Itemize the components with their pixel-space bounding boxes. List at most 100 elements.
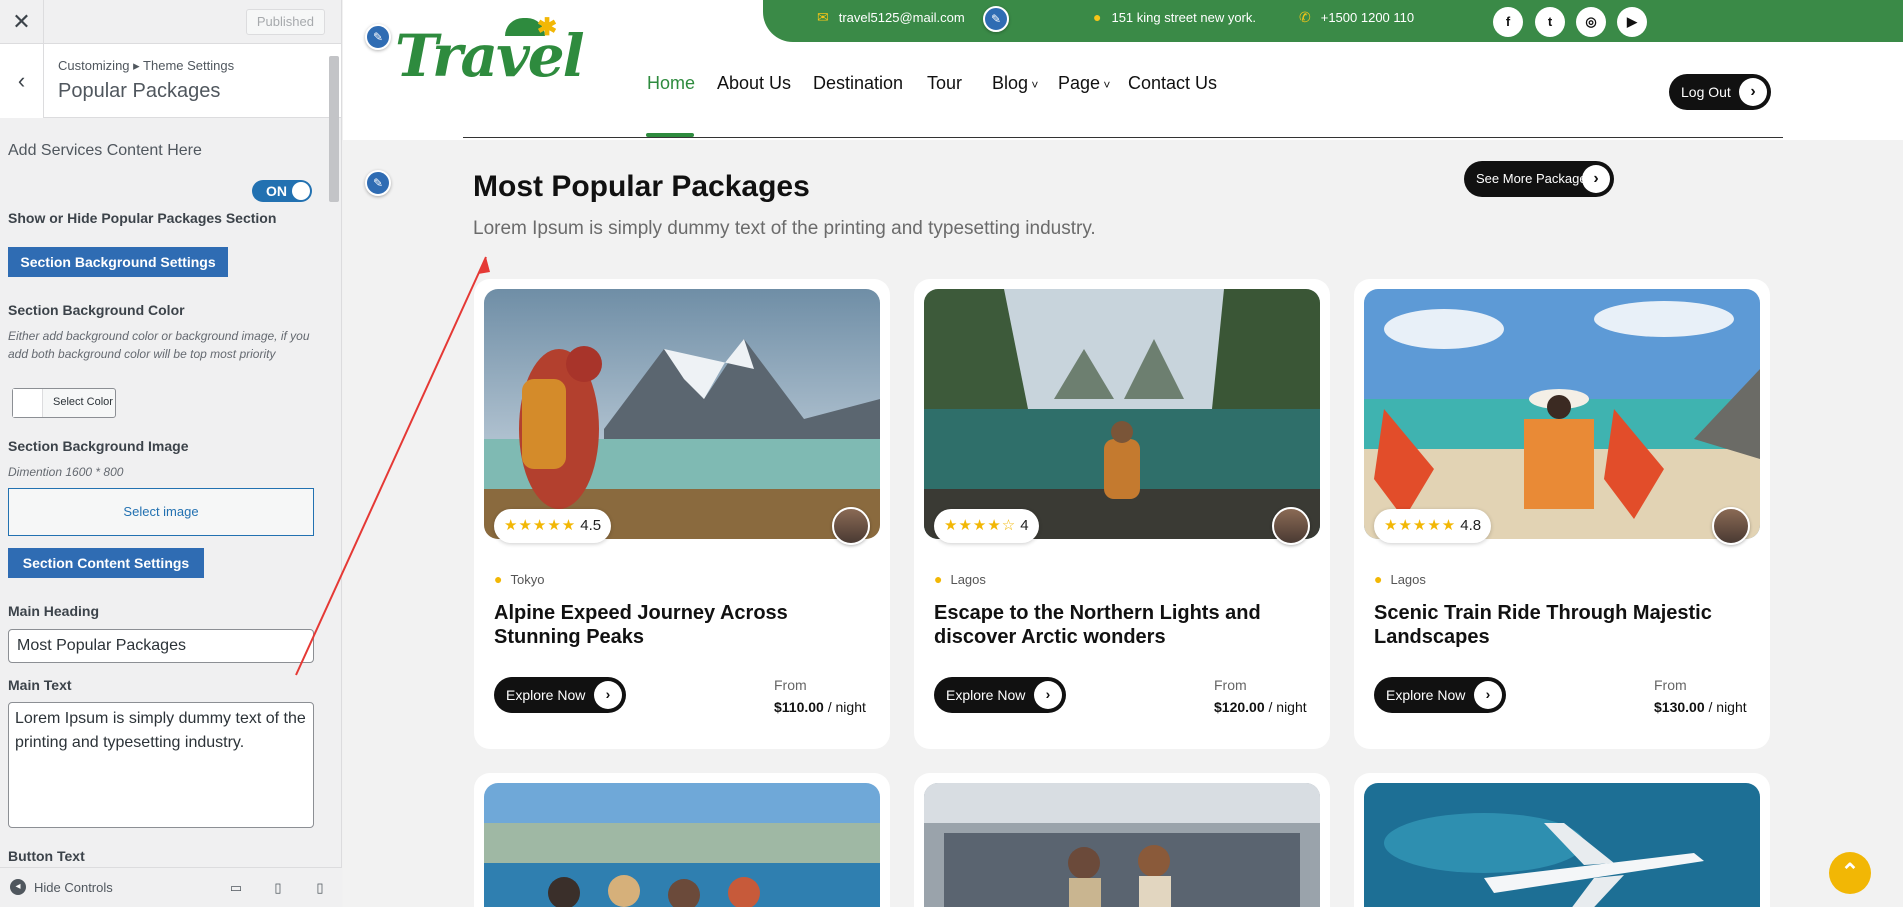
select-image-button[interactable]: Select image: [8, 488, 314, 536]
nav-home[interactable]: Home: [647, 73, 695, 94]
package-location: ● Lagos: [1374, 571, 1426, 587]
rating-badge: ★★★★☆ 4: [934, 509, 1039, 543]
topbar-address: ● 151 king street new york.: [1093, 9, 1256, 25]
nav-blog-label: Blog: [992, 73, 1029, 93]
site-header: ✉ travel5125@mail.com ● 151 king street …: [343, 0, 1903, 140]
bg-image-label: Section Background Image: [8, 438, 189, 454]
package-price: $110.00 / night: [774, 699, 866, 715]
per-night-label: / night: [827, 699, 866, 715]
nav-contact[interactable]: Contact Us: [1128, 73, 1217, 94]
package-image-airplane-sea: [1364, 783, 1760, 907]
package-image-beach-chairs: [1364, 289, 1760, 539]
section-toggle[interactable]: ON: [252, 180, 312, 202]
arrow-right-icon: ›: [1034, 681, 1062, 709]
section-heading: Add Services Content Here: [8, 142, 202, 159]
logo-palm-icon: ✱: [537, 12, 557, 41]
main-text-textarea[interactable]: Lorem Ipsum is simply dummy text of the …: [8, 702, 314, 828]
sidebar-scrollbar[interactable]: [329, 56, 339, 202]
explore-label: Explore Now: [946, 687, 1026, 703]
section-text: Lorem Ipsum is simply dummy text of the …: [473, 218, 1096, 239]
per-night-label: / night: [1708, 699, 1747, 715]
avatar: [1272, 507, 1310, 545]
select-color-button[interactable]: Select Color: [12, 388, 116, 418]
package-card[interactable]: [914, 773, 1330, 907]
explore-label: Explore Now: [1386, 687, 1466, 703]
edit-shortcut-icon[interactable]: ✎: [365, 24, 391, 50]
panel-title: Popular Packages: [58, 80, 221, 102]
see-more-packages-button[interactable]: See More Packages ›: [1464, 161, 1614, 197]
package-image-lagoon-cliffs: [924, 289, 1320, 539]
package-image-hiker-mountains: [484, 289, 880, 539]
topbar-phone[interactable]: ✆ +1500 1200 110: [1299, 9, 1414, 26]
bg-settings-button[interactable]: Section Background Settings: [8, 247, 228, 277]
nav-about[interactable]: About Us: [717, 73, 791, 94]
star-icons: ★★★★★: [1384, 517, 1457, 534]
price-value: $110.00: [774, 699, 824, 715]
nav-page-label: Page: [1058, 73, 1101, 93]
customizer-topbar: ✕ Published: [0, 0, 341, 44]
price-from-label: From: [1214, 677, 1247, 693]
package-card[interactable]: [474, 773, 890, 907]
package-title[interactable]: Scenic Train Ride Through Majestic Lands…: [1374, 601, 1754, 649]
edit-shortcut-icon[interactable]: ✎: [983, 6, 1009, 32]
close-icon[interactable]: ✕: [0, 0, 44, 44]
instagram-icon[interactable]: ◎: [1576, 7, 1606, 37]
explore-now-button[interactable]: Explore Now ›: [934, 677, 1066, 713]
site-preview: ✉ travel5125@mail.com ● 151 king street …: [343, 0, 1903, 907]
package-price: $130.00 / night: [1654, 699, 1747, 715]
select-color-label: Select Color: [53, 396, 113, 408]
mail-icon: ✉: [817, 9, 829, 25]
nav-destination[interactable]: Destination: [813, 73, 903, 94]
logout-label: Log Out: [1681, 84, 1731, 100]
package-title[interactable]: Alpine Expeed Journey Across Stunning Pe…: [494, 601, 874, 649]
explore-now-button[interactable]: Explore Now ›: [1374, 677, 1506, 713]
price-from-label: From: [1654, 677, 1687, 693]
main-heading-input[interactable]: [8, 629, 314, 663]
package-location: ● Lagos: [934, 571, 986, 587]
email-text: travel5125@mail.com: [838, 10, 965, 25]
nav-blog[interactable]: Blog ˅: [992, 73, 1038, 94]
edit-shortcut-icon[interactable]: ✎: [365, 170, 391, 196]
location-text: Lagos: [950, 571, 986, 587]
price-from-label: From: [774, 677, 807, 693]
package-card[interactable]: [1354, 773, 1770, 907]
youtube-icon[interactable]: ▶: [1617, 7, 1647, 37]
phone-text: +1500 1200 110: [1320, 10, 1415, 25]
arrow-right-icon: ›: [1474, 681, 1502, 709]
rating-badge: ★★★★★ 4.8: [1374, 509, 1492, 543]
breadcrumb: Customizing ▸ Theme Settings: [58, 58, 235, 73]
hide-controls-button[interactable]: ◂ Hide Controls: [10, 879, 113, 895]
package-title[interactable]: Escape to the Northern Lights and discov…: [934, 601, 1314, 649]
address-text: 151 king street new york.: [1111, 9, 1256, 25]
section-title: Most Popular Packages: [473, 170, 810, 203]
location-pin-icon: ●: [1374, 571, 1383, 587]
topbar-email[interactable]: ✉ travel5125@mail.com: [817, 9, 965, 26]
logout-button[interactable]: Log Out ›: [1669, 74, 1771, 110]
tablet-icon[interactable]: ▯: [270, 880, 286, 896]
header-divider: [463, 137, 1783, 138]
back-icon[interactable]: ‹: [0, 44, 44, 118]
toggle-label: ON: [266, 183, 287, 199]
content-settings-button[interactable]: Section Content Settings: [8, 548, 204, 578]
facebook-icon[interactable]: f: [1493, 7, 1523, 37]
nav-tour[interactable]: Tour: [927, 73, 962, 94]
package-price: $120.00 / night: [1214, 699, 1307, 715]
package-card[interactable]: ★★★★☆ 4 ● Lagos Escape to the Northern Lig…: [914, 279, 1330, 749]
main-heading-label: Main Heading: [8, 603, 100, 619]
scroll-to-top-button[interactable]: ⌃: [1829, 852, 1871, 894]
see-more-label: See More Packages: [1476, 171, 1594, 186]
location-text: Lagos: [1390, 571, 1426, 587]
explore-now-button[interactable]: Explore Now ›: [494, 677, 626, 713]
avatar: [1712, 507, 1750, 545]
package-card[interactable]: ★★★★★ 4.5 ● Tokyo Alpine Expeed Journey Ac…: [474, 279, 890, 749]
per-night-label: / night: [1268, 699, 1307, 715]
arrow-right-icon: ›: [1582, 165, 1610, 193]
site-logo[interactable]: ✱ Travel: [395, 12, 585, 90]
mobile-icon[interactable]: ▯: [312, 880, 328, 896]
hide-controls-label: Hide Controls: [34, 879, 113, 895]
nav-page[interactable]: Page ˅: [1058, 73, 1110, 94]
published-button[interactable]: Published: [245, 9, 325, 35]
twitter-icon[interactable]: t: [1535, 7, 1565, 37]
package-card[interactable]: ★★★★★ 4.8 ● Lagos Scenic Train Ride Throug…: [1354, 279, 1770, 749]
desktop-icon[interactable]: ▭: [228, 880, 244, 896]
